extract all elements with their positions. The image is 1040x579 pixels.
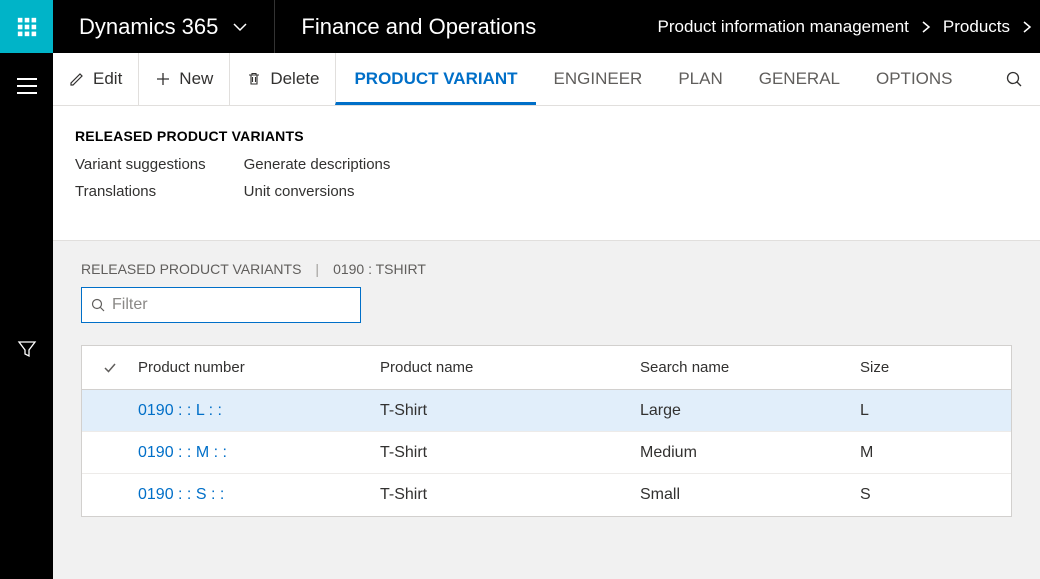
col-product-name[interactable]: Product name: [380, 359, 640, 376]
tab-general[interactable]: GENERAL: [741, 53, 858, 105]
cell-product-number[interactable]: 0190 : : S : :: [130, 486, 380, 504]
link-translations[interactable]: Translations: [75, 183, 206, 200]
cell-search-name: Large: [640, 402, 860, 420]
edit-label: Edit: [93, 69, 122, 89]
new-button[interactable]: New: [138, 53, 229, 105]
breadcrumb: Product information management Products: [658, 17, 1040, 37]
data-grid: Product number Product name Search name …: [81, 345, 1012, 517]
top-header: Dynamics 365 Finance and Operations Prod…: [0, 0, 1040, 53]
edit-button[interactable]: Edit: [53, 53, 138, 105]
cell-product-name: T-Shirt: [380, 444, 640, 462]
module-title: Finance and Operations: [275, 0, 562, 53]
table-row[interactable]: 0190 : : L : : T-Shirt Large L: [82, 390, 1011, 432]
cell-search-name: Medium: [640, 444, 860, 462]
plus-icon: [155, 71, 171, 87]
grid-header-row: Product number Product name Search name …: [82, 346, 1011, 390]
new-label: New: [179, 69, 213, 89]
filter-pane-button[interactable]: [0, 322, 53, 375]
trash-icon: [246, 71, 262, 87]
cell-search-name: Small: [640, 486, 860, 504]
brand-label: Dynamics 365: [79, 14, 218, 40]
cell-size: S: [860, 486, 1011, 504]
filter-input[interactable]: [112, 296, 352, 314]
cell-product-name: T-Shirt: [380, 486, 640, 504]
link-unit-conversions[interactable]: Unit conversions: [244, 183, 391, 200]
grid-caption-context: 0190 : TSHIRT: [333, 261, 426, 277]
select-all-column[interactable]: [90, 360, 130, 376]
caption-divider: |: [315, 261, 319, 277]
nav-expand-button[interactable]: [0, 59, 53, 112]
app-launcher-button[interactable]: [0, 0, 53, 53]
chevron-down-icon: [232, 19, 248, 35]
cell-product-number[interactable]: 0190 : : M : :: [130, 444, 380, 462]
grid-section: RELEASED PRODUCT VARIANTS | 0190 : TSHIR…: [53, 240, 1040, 579]
check-icon: [102, 360, 118, 376]
col-product-number[interactable]: Product number: [130, 359, 380, 376]
waffle-icon: [16, 16, 38, 38]
action-search-button[interactable]: [987, 53, 1040, 105]
tab-engineer[interactable]: ENGINEER: [536, 53, 661, 105]
delete-button[interactable]: Delete: [229, 53, 335, 105]
left-nav-rail: [0, 53, 53, 579]
breadcrumb-item-pim[interactable]: Product information management: [658, 17, 909, 37]
cell-size: L: [860, 402, 1011, 420]
delete-label: Delete: [270, 69, 319, 89]
tab-plan[interactable]: PLAN: [660, 53, 740, 105]
tab-group-panel: RELEASED PRODUCT VARIANTS Variant sugges…: [53, 106, 1040, 240]
table-row[interactable]: 0190 : : M : : T-Shirt Medium M: [82, 432, 1011, 474]
link-generate-descriptions[interactable]: Generate descriptions: [244, 156, 391, 173]
cell-size: M: [860, 444, 1011, 462]
funnel-icon: [17, 339, 37, 359]
hamburger-icon: [16, 77, 38, 95]
quick-filter[interactable]: [81, 287, 361, 323]
chevron-right-icon: [921, 20, 931, 34]
tab-product-variant[interactable]: PRODUCT VARIANT: [335, 53, 535, 105]
search-icon: [90, 297, 106, 313]
col-size[interactable]: Size: [860, 359, 1011, 376]
cell-product-number[interactable]: 0190 : : L : :: [130, 402, 380, 420]
pencil-icon: [69, 71, 85, 87]
link-variant-suggestions[interactable]: Variant suggestions: [75, 156, 206, 173]
table-row[interactable]: 0190 : : S : : T-Shirt Small S: [82, 474, 1011, 516]
cell-product-name: T-Shirt: [380, 402, 640, 420]
search-icon: [1005, 70, 1023, 88]
brand-dropdown[interactable]: Dynamics 365: [53, 0, 275, 53]
group-title: RELEASED PRODUCT VARIANTS: [75, 128, 1018, 144]
grid-caption-title: RELEASED PRODUCT VARIANTS: [81, 261, 301, 277]
col-search-name[interactable]: Search name: [640, 359, 860, 376]
tab-options[interactable]: OPTIONS: [858, 53, 971, 105]
chevron-right-icon: [1022, 20, 1032, 34]
action-pane: Edit New Delete PRODUCT VARIANT ENGINEER: [53, 53, 1040, 106]
breadcrumb-item-products[interactable]: Products: [943, 17, 1010, 37]
